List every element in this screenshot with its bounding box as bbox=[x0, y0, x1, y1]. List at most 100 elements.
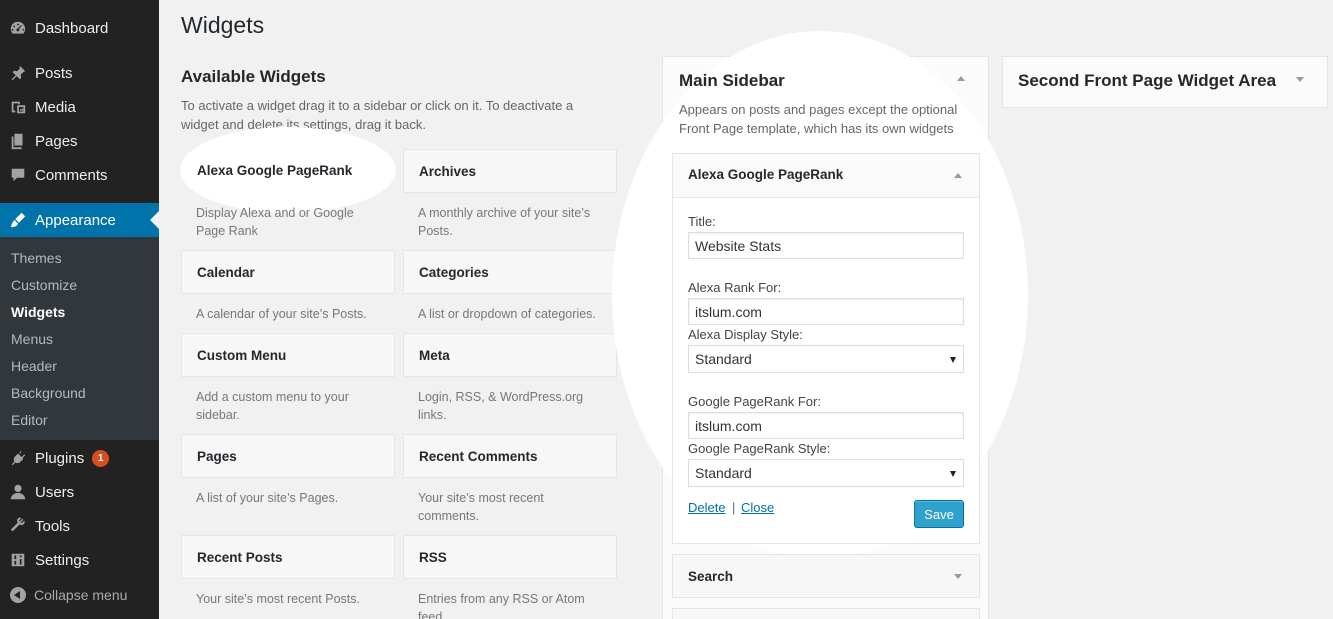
collapse-arrow-icon[interactable] bbox=[954, 173, 962, 178]
brush-icon bbox=[8, 210, 28, 230]
widget-title: Search bbox=[688, 568, 734, 584]
menu-label: Plugins bbox=[35, 449, 85, 467]
menu-item-users[interactable]: Users bbox=[0, 475, 159, 509]
page-title: Widgets bbox=[181, 12, 265, 38]
menu-item-plugins[interactable]: Plugins 1 bbox=[0, 441, 159, 475]
update-count-badge: 1 bbox=[92, 449, 110, 467]
google-pagerank-for-label: Google PageRank For: bbox=[688, 394, 821, 409]
submenu-item-widgets[interactable]: Widgets bbox=[11, 304, 65, 320]
plugin-icon bbox=[8, 448, 28, 468]
available-widgets-description: To activate a widget drag it to a sideba… bbox=[181, 98, 574, 132]
dropdown-caret-icon bbox=[950, 471, 956, 477]
widget-description: Add a custom menu to your sidebar. bbox=[196, 390, 349, 422]
expand-arrow-icon[interactable] bbox=[1296, 77, 1304, 82]
collapse-menu-button[interactable]: Collapse menu bbox=[0, 582, 127, 608]
widget-tile-categories[interactable]: Categories bbox=[403, 250, 617, 294]
wrench-icon bbox=[8, 516, 28, 536]
collapse-label: Collapse menu bbox=[34, 587, 128, 603]
submenu-item-customize[interactable]: Customize bbox=[11, 277, 77, 293]
widget-description: Your site’s most recent Posts. bbox=[196, 592, 360, 606]
select-value: Standard bbox=[695, 351, 752, 367]
widget-title: Alexa Google PageRank bbox=[688, 167, 844, 182]
menu-label: Tools bbox=[35, 517, 71, 535]
widget-description: A list of your site’s Pages. bbox=[196, 491, 339, 505]
menu-label: Pages bbox=[35, 132, 78, 150]
widget-tile-alexa-google-pagerank[interactable]: Alexa Google PageRank bbox=[180, 127, 396, 213]
main-sidebar-title: Main Sidebar bbox=[679, 71, 785, 90]
title-input[interactable]: Website Stats bbox=[688, 232, 964, 259]
menu-label: Comments bbox=[35, 166, 108, 184]
widget-description: A list or dropdown of categories. bbox=[418, 307, 596, 321]
admin-menu: Dashboard Posts Media Pages Comments App… bbox=[0, 0, 159, 619]
menu-item-settings[interactable]: Settings bbox=[0, 543, 159, 577]
menu-item-dashboard[interactable]: Dashboard bbox=[0, 11, 159, 45]
widget-tile-recent-posts[interactable]: Recent Posts bbox=[181, 535, 395, 579]
pin-icon bbox=[8, 63, 28, 83]
submenu-item-background[interactable]: Background bbox=[11, 385, 86, 401]
submenu-item-menus[interactable]: Menus bbox=[11, 331, 53, 347]
widget-title: Recent Comments bbox=[419, 448, 538, 464]
widget-tile-archives[interactable]: Archives bbox=[403, 149, 617, 193]
widget-tile-recent-comments[interactable]: Recent Comments bbox=[403, 434, 617, 478]
widget-tile-calendar[interactable]: Calendar bbox=[181, 250, 395, 294]
alexa-rank-for-input[interactable]: itslum.com bbox=[688, 298, 964, 325]
alexa-rank-for-label: Alexa Rank For: bbox=[688, 280, 782, 295]
menu-item-comments[interactable]: Comments bbox=[0, 158, 159, 192]
widget-title: Recent Posts bbox=[197, 549, 283, 565]
menu-label: Dashboard bbox=[35, 19, 109, 37]
widget-title: Custom Menu bbox=[197, 347, 287, 363]
second-area-title: Second Front Page Widget Area bbox=[1018, 71, 1277, 90]
widget-tile-meta[interactable]: Meta bbox=[403, 333, 617, 377]
widget-title: Calendar bbox=[197, 264, 255, 280]
pages-icon bbox=[8, 131, 28, 151]
save-button[interactable]: Save bbox=[914, 500, 964, 528]
widget-description: Display Alexa and or Google Page Rank bbox=[196, 206, 354, 238]
google-pagerank-style-select[interactable]: Standard bbox=[688, 459, 964, 487]
select-value: Standard bbox=[695, 465, 752, 481]
widget-search[interactable]: Search bbox=[672, 554, 980, 598]
dashboard-icon bbox=[8, 18, 28, 38]
submenu-item-editor[interactable]: Editor bbox=[11, 412, 48, 428]
dropdown-caret-icon bbox=[950, 357, 956, 363]
close-link[interactable]: Close bbox=[741, 500, 774, 515]
alexa-display-style-label: Alexa Display Style: bbox=[688, 327, 803, 342]
widget-tile-rss[interactable]: RSS bbox=[403, 535, 617, 579]
widget-title: Categories bbox=[419, 264, 489, 280]
google-pagerank-for-input[interactable]: itslum.com bbox=[688, 412, 964, 439]
submenu-item-header[interactable]: Header bbox=[11, 358, 57, 374]
widget-title: Meta bbox=[419, 347, 450, 363]
alexa-display-style-select[interactable]: Standard bbox=[688, 345, 964, 373]
media-icon bbox=[8, 97, 28, 117]
widget-description: Login, RSS, & WordPress.org links. bbox=[418, 390, 584, 422]
main-sidebar-description: Appears on posts and pages except the op… bbox=[679, 102, 958, 136]
menu-label: Appearance bbox=[35, 211, 116, 229]
menu-item-appearance[interactable]: Appearance bbox=[0, 203, 159, 237]
collapse-arrow-icon bbox=[10, 587, 26, 603]
user-icon bbox=[8, 482, 28, 502]
expand-arrow-icon[interactable] bbox=[954, 574, 962, 579]
link-separator: | bbox=[732, 500, 736, 515]
delete-link[interactable]: Delete bbox=[688, 500, 726, 515]
menu-item-tools[interactable]: Tools bbox=[0, 509, 159, 543]
submenu-item-themes[interactable]: Themes bbox=[11, 250, 62, 266]
widget-title: RSS bbox=[419, 549, 447, 565]
widget-title: Alexa Google PageRank bbox=[197, 163, 353, 178]
menu-item-posts[interactable]: Posts bbox=[0, 56, 159, 90]
google-pagerank-style-label: Google PageRank Style: bbox=[688, 441, 831, 456]
widget-tile-pages[interactable]: Pages bbox=[181, 434, 395, 478]
menu-label: Settings bbox=[35, 551, 90, 569]
widget-description: A calendar of your site’s Posts. bbox=[196, 307, 367, 321]
menu-item-media[interactable]: Media bbox=[0, 90, 159, 124]
available-widgets-title: Available Widgets bbox=[181, 67, 326, 86]
widget-title: Archives bbox=[419, 163, 477, 179]
menu-label: Users bbox=[35, 483, 75, 501]
title-label: Title: bbox=[688, 214, 716, 229]
collapse-arrow-icon[interactable] bbox=[957, 76, 965, 81]
comment-icon bbox=[8, 165, 28, 185]
widget-description: A monthly archive of your site’s Posts. bbox=[418, 206, 591, 238]
menu-item-pages[interactable]: Pages bbox=[0, 124, 159, 158]
widget-tile-custom-menu[interactable]: Custom Menu bbox=[181, 333, 395, 377]
widget-next-partial[interactable] bbox=[672, 608, 980, 619]
menu-label: Media bbox=[35, 98, 76, 116]
menu-label: Posts bbox=[35, 64, 73, 82]
